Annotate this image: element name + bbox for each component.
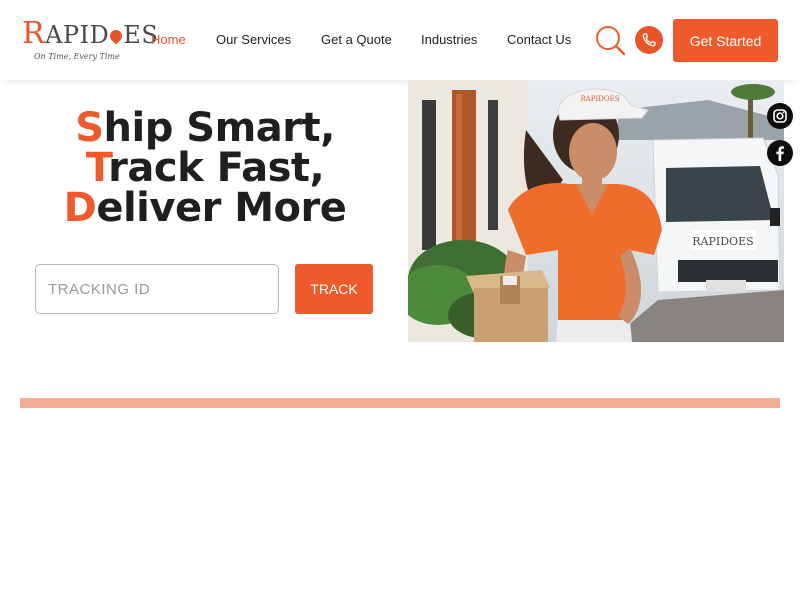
phone-icon: [642, 33, 656, 47]
section-divider: [20, 398, 780, 408]
delivery-van: RAPIDOES: [652, 137, 781, 293]
logo-tagline: On Time, Every Time: [34, 52, 120, 61]
instagram-icon: [773, 109, 787, 123]
headline-line: Track Fast,: [85, 145, 325, 191]
facebook-link[interactable]: [767, 140, 793, 166]
nav-home[interactable]: Home: [151, 32, 186, 47]
search-button[interactable]: [594, 24, 626, 56]
brand-logo[interactable]: RAPID ES On Time, Every Time: [20, 14, 158, 70]
instagram-link[interactable]: [767, 103, 793, 129]
logo-wordmark: RAPID ES: [22, 16, 159, 51]
track-button[interactable]: TRACK: [295, 264, 373, 314]
nav-industries[interactable]: Industries: [421, 32, 477, 47]
headline-line: Ship Smart,: [75, 105, 335, 151]
tracking-id-input[interactable]: [35, 264, 279, 314]
parcel-box: [466, 270, 550, 342]
facebook-icon: [776, 146, 784, 161]
site-header: RAPID ES On Time, Every Time Home Our Ser…: [0, 0, 800, 80]
nav-contact-us[interactable]: Contact Us: [507, 32, 571, 47]
nav-our-services[interactable]: Our Services: [216, 32, 291, 47]
cap-brand-text: RAPIDOES: [580, 95, 619, 103]
nav-get-a-quote[interactable]: Get a Quote: [321, 32, 392, 47]
phone-button[interactable]: [635, 26, 663, 54]
get-started-button[interactable]: Get Started: [673, 19, 778, 62]
hero-image: RAPIDOES RAPIDOES: [408, 80, 784, 342]
headline-line: Deliver More: [63, 185, 347, 231]
van-brand-text: RAPIDOES: [692, 235, 753, 248]
search-icon: [596, 26, 626, 56]
hero-headline: Ship Smart, Track Fast, Deliver More: [20, 108, 390, 228]
